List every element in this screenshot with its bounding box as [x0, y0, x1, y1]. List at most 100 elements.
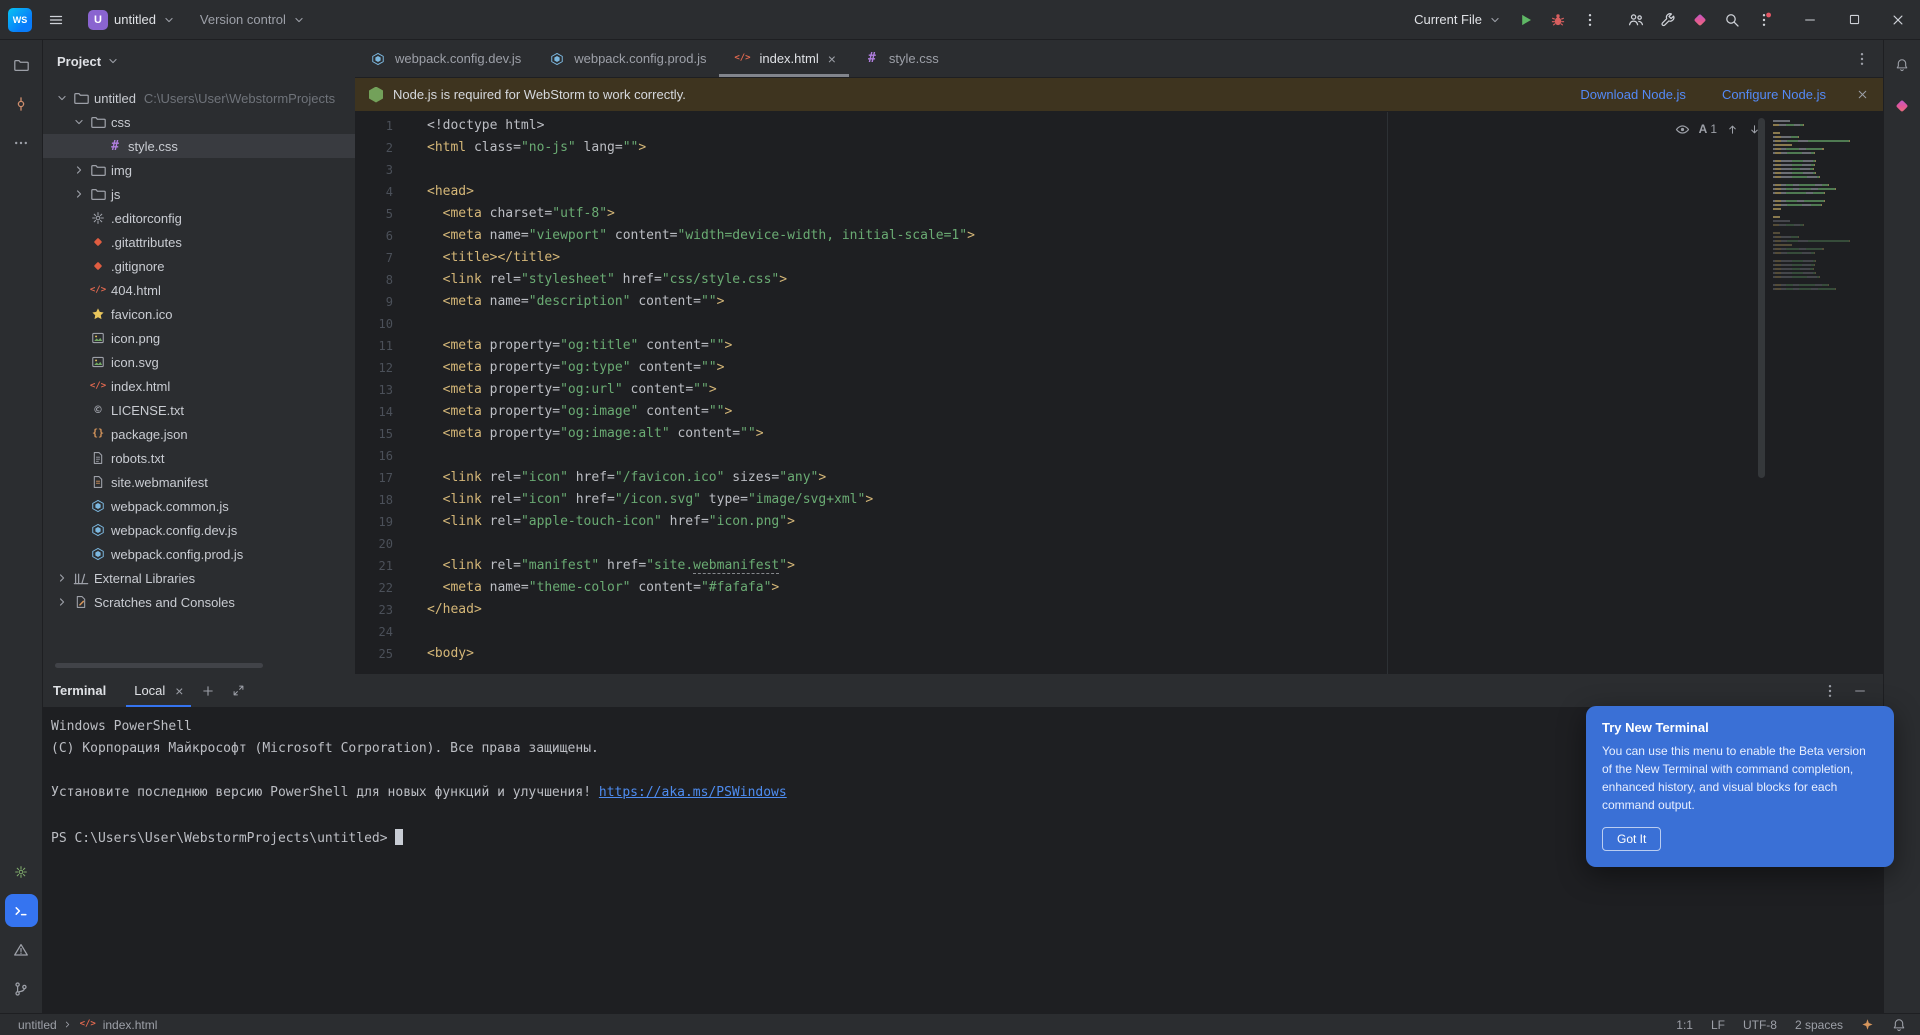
terminal-link[interactable]: https://aka.ms/PSWindows — [599, 785, 787, 800]
chevron-down-icon[interactable] — [53, 91, 71, 105]
tree-item-.editorconfig[interactable]: .editorconfig — [43, 206, 355, 230]
tree-item-robots.txt[interactable]: robots.txt — [43, 446, 355, 470]
run-button[interactable] — [1510, 4, 1542, 36]
code-line[interactable]: 13 <meta property="og:url" content=""> — [355, 379, 1883, 401]
tree-item-site.webmanifest[interactable]: site.webmanifest — [43, 470, 355, 494]
tree-item-package.json[interactable]: {}package.json — [43, 422, 355, 446]
editor-tab-webpack.config.prod.js[interactable]: webpack.config.prod.js — [534, 40, 719, 77]
banner-close-icon[interactable] — [1856, 88, 1869, 101]
code-line[interactable]: 22 <meta name="theme-color" content="#fa… — [355, 577, 1883, 599]
tree-item-.gitignore[interactable]: .gitignore — [43, 254, 355, 278]
code-line[interactable]: 25<body> — [355, 643, 1883, 665]
highlight-level-eye-icon[interactable] — [1675, 122, 1690, 137]
code-line[interactable]: 24 — [355, 621, 1883, 643]
code-line[interactable]: 17 <link rel="icon" href="/favicon.ico" … — [355, 467, 1883, 489]
project-panel-header[interactable]: Project — [43, 40, 355, 82]
code-line[interactable]: 18 <link rel="icon" href="/icon.svg" typ… — [355, 489, 1883, 511]
code-line[interactable]: 23</head> — [355, 599, 1883, 621]
indent-style[interactable]: 2 spaces — [1795, 1018, 1843, 1032]
code-line[interactable]: 11 <meta property="og:title" content=""> — [355, 335, 1883, 357]
vcs-widget[interactable]: Version control — [192, 8, 314, 31]
code-line[interactable]: 6 <meta name="viewport" content="width=d… — [355, 225, 1883, 247]
tree-item-index.html[interactable]: </>index.html — [43, 374, 355, 398]
tree-item-icon.svg[interactable]: icon.svg — [43, 350, 355, 374]
project-selector[interactable]: U untitled — [80, 6, 184, 34]
code-line[interactable]: 12 <meta property="og:type" content=""> — [355, 357, 1883, 379]
tree-item-External Libraries[interactable]: External Libraries — [43, 566, 355, 590]
chevron-right-icon[interactable] — [70, 187, 88, 201]
typos-indicator[interactable]: A1 — [1699, 118, 1717, 140]
search-everywhere-icon[interactable] — [1716, 4, 1748, 36]
tree-item-favicon.ico[interactable]: favicon.ico — [43, 302, 355, 326]
project-tool-icon[interactable] — [5, 48, 38, 81]
terminal-title[interactable]: Terminal — [53, 674, 106, 707]
ai-sparkle-icon[interactable] — [1861, 1018, 1874, 1031]
editor-tab-webpack.config.dev.js[interactable]: webpack.config.dev.js — [355, 40, 534, 77]
close-tab-icon[interactable]: × — [828, 52, 836, 66]
ai-assistant-icon[interactable] — [1684, 4, 1716, 36]
tree-item-untitled[interactable]: untitledC:\Users\User\WebstormProjects — [43, 86, 355, 110]
tree-item-style.css[interactable]: #style.css — [43, 134, 355, 158]
close-button[interactable] — [1876, 0, 1920, 39]
terminal-tool-icon[interactable] — [5, 894, 38, 927]
chevron-right-icon[interactable] — [53, 571, 71, 585]
debug-button[interactable] — [1542, 4, 1574, 36]
code-line[interactable]: 19 <link rel="apple-touch-icon" href="ic… — [355, 511, 1883, 533]
got-it-button[interactable]: Got It — [1602, 827, 1661, 851]
minimap[interactable] — [1773, 120, 1873, 292]
code-line[interactable]: 5 <meta charset="utf-8"> — [355, 203, 1883, 225]
project-horizontal-scrollbar[interactable] — [55, 663, 263, 668]
terminal-tab-local[interactable]: Local × — [126, 674, 191, 707]
code-editor[interactable]: 1<!doctype html>2<html class="no-js" lan… — [355, 112, 1883, 674]
more-actions-icon[interactable] — [1574, 4, 1606, 36]
tree-item-webpack.config.dev.js[interactable]: webpack.config.dev.js — [43, 518, 355, 542]
code-line[interactable]: 1<!doctype html> — [355, 115, 1883, 137]
file-encoding[interactable]: UTF-8 — [1743, 1018, 1777, 1032]
code-with-me-icon[interactable] — [1620, 4, 1652, 36]
ai-assistant-tool-icon[interactable] — [1886, 89, 1919, 122]
tree-item-webpack.common.js[interactable]: webpack.common.js — [43, 494, 355, 518]
tree-item-webpack.config.prod.js[interactable]: webpack.config.prod.js — [43, 542, 355, 566]
caret-position[interactable]: 1:1 — [1676, 1018, 1693, 1032]
terminal-options-icon[interactable] — [1817, 678, 1843, 704]
chevron-right-icon[interactable] — [70, 163, 88, 177]
code-line[interactable]: 9 <meta name="description" content=""> — [355, 291, 1883, 313]
code-line[interactable]: 16 — [355, 445, 1883, 467]
breadcrumb-file[interactable]: index.html — [103, 1018, 158, 1032]
problems-tool-icon[interactable] — [5, 933, 38, 966]
code-line[interactable]: 10 — [355, 313, 1883, 335]
code-line[interactable]: 20 — [355, 533, 1883, 555]
tree-item-js[interactable]: js — [43, 182, 355, 206]
services-tool-icon[interactable] — [5, 855, 38, 888]
expand-terminal-icon[interactable] — [225, 678, 251, 704]
download-nodejs-link[interactable]: Download Node.js — [1580, 87, 1686, 102]
editor-tab-index.html[interactable]: </>index.html× — [719, 40, 848, 77]
tree-item-icon.png[interactable]: icon.png — [43, 326, 355, 350]
hide-terminal-icon[interactable] — [1847, 678, 1873, 704]
more-tool-windows-icon[interactable] — [5, 126, 38, 159]
new-terminal-tab-icon[interactable] — [195, 678, 221, 704]
close-terminal-tab-icon[interactable]: × — [175, 684, 183, 698]
build-tools-icon[interactable] — [1652, 4, 1684, 36]
code-line[interactable]: 14 <meta property="og:image" content=""> — [355, 401, 1883, 423]
tree-item-img[interactable]: img — [43, 158, 355, 182]
editor-tab-style.css[interactable]: #style.css — [849, 40, 952, 77]
maximize-button[interactable] — [1832, 0, 1876, 39]
settings-menu-icon[interactable] — [1748, 4, 1780, 36]
code-line[interactable]: 7 <title></title> — [355, 247, 1883, 269]
breadcrumb-project[interactable]: untitled — [18, 1018, 57, 1032]
notifications-icon[interactable] — [1886, 48, 1919, 81]
tree-item-css[interactable]: css — [43, 110, 355, 134]
code-line[interactable]: 3 — [355, 159, 1883, 181]
tab-options-icon[interactable] — [1849, 46, 1875, 72]
chevron-right-icon[interactable] — [53, 595, 71, 609]
configure-nodejs-link[interactable]: Configure Node.js — [1722, 87, 1826, 102]
commit-tool-icon[interactable] — [5, 87, 38, 120]
code-line[interactable]: 2<html class="no-js" lang=""> — [355, 137, 1883, 159]
prev-problem-icon[interactable] — [1726, 123, 1739, 136]
tree-item-404.html[interactable]: </>404.html — [43, 278, 355, 302]
line-separator[interactable]: LF — [1711, 1018, 1725, 1032]
code-line[interactable]: 8 <link rel="stylesheet" href="css/style… — [355, 269, 1883, 291]
tree-item-LICENSE.txt[interactable]: ©LICENSE.txt — [43, 398, 355, 422]
code-line[interactable]: 21 <link rel="manifest" href="site.webma… — [355, 555, 1883, 577]
